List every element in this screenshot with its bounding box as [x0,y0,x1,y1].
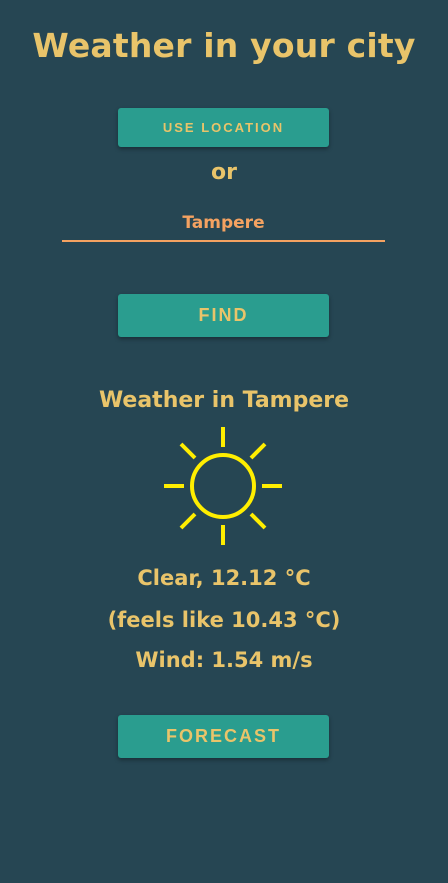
feels-like-temperature: (feels like 10.43 °C) [107,608,341,632]
city-input[interactable] [62,206,385,242]
or-separator: or [211,160,237,185]
page-title: Weather in your city [32,26,416,65]
wind-speed: Wind: 1.54 m/s [135,648,313,672]
use-location-button[interactable]: USE LOCATION [118,108,329,147]
weather-page: Weather in your city USE LOCATION or FIN… [0,0,448,883]
condition-temperature: Clear, 12.12 °C [137,566,311,590]
forecast-button[interactable]: FORECAST [118,715,329,758]
weather-heading: Weather in Tampere [98,388,350,413]
find-button[interactable]: FIND [118,294,329,337]
sun-icon [164,427,282,545]
